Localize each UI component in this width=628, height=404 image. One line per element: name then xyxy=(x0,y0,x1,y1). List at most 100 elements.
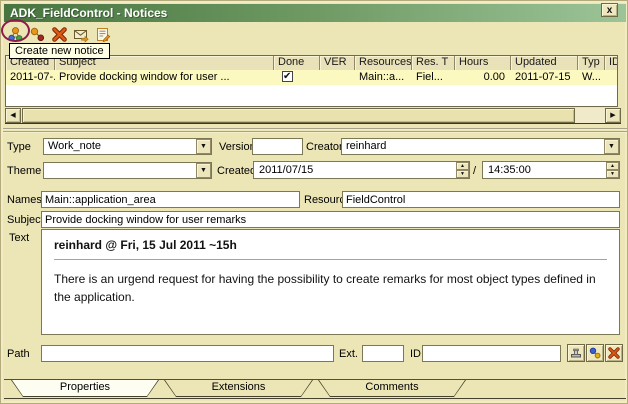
title-bar[interactable]: ADK_FieldControl - Notices xyxy=(4,4,626,22)
splitter-highlight-2 xyxy=(3,132,627,133)
col-hours[interactable]: Hours xyxy=(455,56,511,70)
send-notice-button[interactable] xyxy=(73,25,91,43)
type-dropdown-button[interactable]: ▼ xyxy=(196,139,211,154)
col-res-t[interactable]: Res. T xyxy=(412,56,455,70)
scrollbar-thumb[interactable] xyxy=(22,108,575,123)
scroll-left-button[interactable]: ◀ xyxy=(5,108,21,123)
scroll-right-icon: ▶ xyxy=(610,112,615,119)
cell-typ: W... xyxy=(578,70,605,85)
cell-updated: 2011-07-15 xyxy=(511,70,578,85)
created-label: Created xyxy=(217,165,256,177)
close-icon: x xyxy=(607,5,613,16)
chevron-down-icon: ▼ xyxy=(200,167,207,174)
link-notice-button[interactable] xyxy=(29,25,47,43)
close-button[interactable]: x xyxy=(601,3,618,17)
created-date-spinner[interactable]: 2011/07/15 ▲ ▼ xyxy=(253,161,470,179)
notices-table: Created Subject Done VER Resources Res. … xyxy=(5,55,618,107)
cell-hours: 0.00 xyxy=(455,70,511,85)
check-icon: ✔ xyxy=(283,70,291,84)
creator-value: reinhard xyxy=(346,140,386,152)
tab-comments[interactable]: Comments xyxy=(318,380,466,397)
col-id[interactable]: ID xyxy=(605,56,618,70)
created-time-spinner[interactable]: 14:35:00 ▲ ▼ xyxy=(482,161,620,179)
chevron-down-icon: ▼ xyxy=(610,171,615,177)
created-time-value: 14:35:00 xyxy=(488,164,531,176)
col-resources[interactable]: Resources xyxy=(355,56,412,70)
window-bottom-line xyxy=(4,398,626,399)
annotation-circle xyxy=(1,19,30,42)
attach-button[interactable] xyxy=(567,344,585,362)
tab-extensions[interactable]: Extensions xyxy=(164,380,313,397)
creator-select[interactable]: reinhard ▼ xyxy=(341,138,620,155)
text-label: Text xyxy=(9,232,29,244)
col-typ[interactable]: Typ xyxy=(578,56,605,70)
chevron-down-icon: ▼ xyxy=(460,171,465,177)
chevron-up-icon: ▲ xyxy=(460,163,465,169)
tab-extensions-label: Extensions xyxy=(164,381,313,393)
cell-created: 2011-07-... xyxy=(6,70,55,85)
ext-input[interactable] xyxy=(362,345,404,362)
ext-label: Ext. xyxy=(339,348,358,360)
subject-input[interactable] xyxy=(41,211,620,228)
chevron-down-icon: ▼ xyxy=(608,143,615,150)
col-ver[interactable]: VER xyxy=(320,56,355,70)
date-spin-buttons: ▲ ▼ xyxy=(456,162,469,178)
tooltip: Create new notice xyxy=(9,43,110,59)
type-select[interactable]: Work_note ▼ xyxy=(43,138,212,155)
link-balls-icon xyxy=(588,346,602,360)
link-notice-small-button[interactable] xyxy=(586,344,604,362)
theme-label: Theme xyxy=(7,165,41,177)
path-label: Path xyxy=(7,348,30,360)
version-label: Version xyxy=(219,141,256,153)
chevron-up-icon: ▲ xyxy=(610,163,615,169)
theme-select[interactable]: ▼ xyxy=(43,162,212,179)
id-label: ID xyxy=(410,348,421,360)
scroll-left-icon: ◀ xyxy=(10,112,15,119)
spin-up-button[interactable]: ▲ xyxy=(456,162,469,170)
tab-properties-label: Properties xyxy=(11,381,159,393)
col-updated[interactable]: Updated xyxy=(511,56,578,70)
resource-input[interactable] xyxy=(342,191,620,208)
table-hscrollbar[interactable]: ◀ ▶ xyxy=(5,108,621,124)
cell-resources: Main::a... xyxy=(355,70,412,85)
done-checkbox[interactable]: ✔ xyxy=(282,71,293,82)
spin-down-button[interactable]: ▼ xyxy=(606,170,619,178)
id-input[interactable] xyxy=(422,345,561,362)
names-label: Names xyxy=(7,194,42,206)
created-date-value: 2011/07/15 xyxy=(259,164,313,176)
delete-notice-button[interactable] xyxy=(51,25,69,43)
table-row[interactable]: 2011-07-... Provide docking window for u… xyxy=(6,70,617,85)
cell-res-t: Fiel... xyxy=(412,70,455,85)
text-divider xyxy=(54,259,607,260)
names-input[interactable] xyxy=(41,191,300,208)
spin-down-button[interactable]: ▼ xyxy=(456,170,469,178)
cell-done: ✔ xyxy=(274,70,320,85)
remove-path-button[interactable] xyxy=(605,344,623,362)
cell-subject: Provide docking window for user ... xyxy=(55,70,274,85)
edit-form-icon xyxy=(95,26,113,43)
stamp-icon xyxy=(569,346,583,360)
edit-notice-button[interactable] xyxy=(95,25,113,43)
version-input[interactable] xyxy=(252,138,303,155)
col-done[interactable]: Done xyxy=(274,56,320,70)
creator-dropdown-button[interactable]: ▼ xyxy=(604,139,619,154)
window-title: ADK_FieldControl - Notices xyxy=(10,6,167,20)
text-heading: reinhard @ Fri, 15 Jul 2011 ~15h xyxy=(54,238,607,252)
type-value: Work_note xyxy=(48,140,101,152)
chevron-down-icon: ▼ xyxy=(200,143,207,150)
scroll-right-button[interactable]: ▶ xyxy=(605,108,621,123)
link-notice-icon xyxy=(29,26,47,43)
spin-up-button[interactable]: ▲ xyxy=(606,162,619,170)
creator-label: Creator xyxy=(306,141,343,153)
time-spin-buttons: ▲ ▼ xyxy=(606,162,619,178)
text-editor[interactable]: reinhard @ Fri, 15 Jul 2011 ~15h There i… xyxy=(41,229,620,335)
subject-label: Subject xyxy=(7,214,44,226)
send-mail-icon xyxy=(73,26,91,43)
path-input[interactable] xyxy=(41,345,334,362)
text-body: There is an urgend request for having th… xyxy=(54,270,607,306)
tab-comments-label: Comments xyxy=(318,381,466,393)
delete-icon xyxy=(51,26,69,43)
tab-properties[interactable]: Properties xyxy=(11,380,159,397)
cell-ver xyxy=(320,70,355,85)
theme-dropdown-button[interactable]: ▼ xyxy=(196,163,211,178)
